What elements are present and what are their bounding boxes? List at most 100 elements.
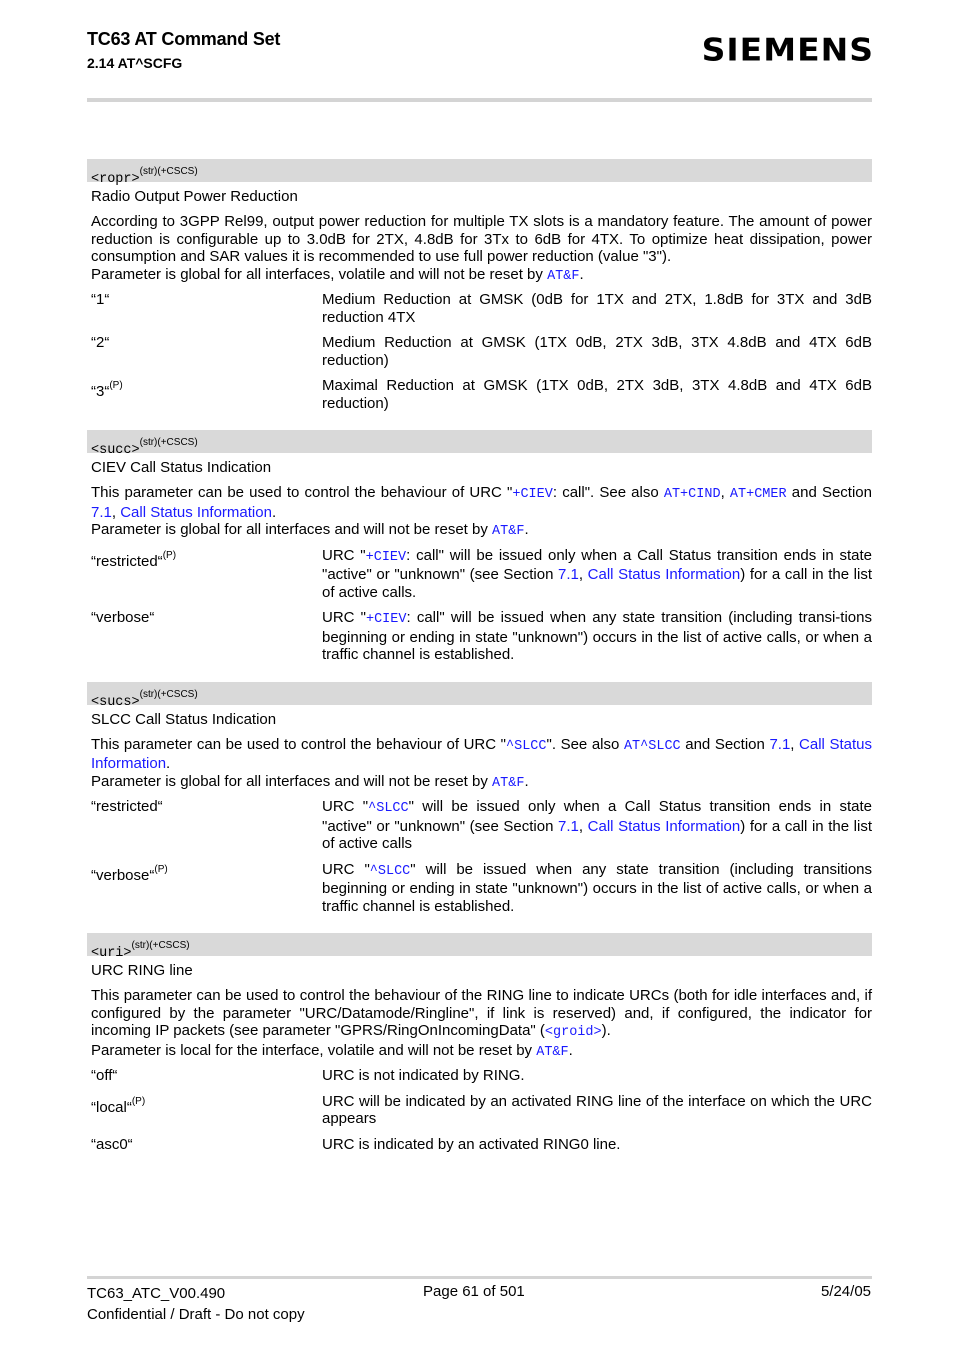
value-key: “restricted“ (87, 798, 322, 853)
text-run: , (578, 566, 588, 583)
text-run: ". See also (546, 735, 624, 753)
value-row: “2“ Medium Reduction at GMSK (1TX 0dB, 2T… (87, 334, 872, 369)
cross-reference-link[interactable]: <groid> (545, 1025, 602, 1040)
parameter-section: <succ>(str)(+CSCS) CIEV Call Status Indic… (87, 430, 872, 664)
text-run: Parameter is global for all interfaces a… (91, 772, 493, 790)
parameter-name: <uri> (91, 946, 132, 961)
value-key-text: “local“ (91, 1098, 132, 1116)
value-key: “verbose“(P) (87, 861, 322, 916)
value-key-text: “verbose“ (91, 866, 155, 884)
footer-page-number: Page 61 of 501 (423, 1283, 525, 1300)
value-description: Maximal Reduction at GMSK (1TX 0dB, 2TX … (322, 377, 872, 412)
value-key-text: “3“ (91, 383, 110, 400)
value-row: “verbose“(P) URC "^SLCC" will be issued w… (87, 861, 872, 916)
powerup-default-marker: (P) (154, 863, 168, 875)
text-run: . (568, 1041, 573, 1059)
text-run: Parameter is local for the interface, vo… (91, 1041, 537, 1059)
value-row: “verbose“ URC "+CIEV: call" will be issue… (87, 609, 872, 664)
cross-reference-link[interactable]: AT&F (536, 1045, 568, 1060)
text-run: , (790, 735, 800, 753)
value-description: URC "^SLCC" will be issued only when a C… (322, 798, 872, 853)
cross-reference-link[interactable]: 7.1 (91, 504, 112, 521)
parameter-title: SLCC Call Status Indication (91, 710, 277, 728)
parameter-name: <sucs> (91, 694, 140, 710)
parameter-list: <ropr>(str)(+CSCS) Radio Output Power Red… (87, 159, 872, 1171)
header-divider (87, 98, 872, 102)
text-run: Parameter is global for all interfaces a… (91, 521, 493, 538)
value-key: “2“ (87, 334, 322, 369)
value-description: URC is not indicated by RING. (322, 1067, 872, 1085)
parameter-title: Radio Output Power Reduction (91, 188, 298, 205)
cross-reference-link[interactable]: ^SLCC (368, 801, 409, 816)
footer-divider (87, 1276, 872, 1279)
parameter-header: <succ>(str)(+CSCS) (87, 430, 872, 458)
value-description: URC will be indicated by an activated RI… (322, 1093, 872, 1128)
parameter-name: <succ> (91, 443, 140, 458)
value-row: “restricted“ URC "^SLCC" will be issued o… (87, 798, 872, 853)
text-run: Parameter is global for all interfaces, … (91, 265, 548, 283)
parameter-attributes: (str)(+CSCS) (139, 166, 198, 177)
text-run: . (524, 521, 529, 538)
text-run: and Section (680, 735, 770, 753)
siemens-logo: SIEMENS (701, 30, 874, 69)
parameter-section: <uri>(str)(+CSCS) URC RING line This param… (87, 933, 872, 1153)
cross-reference-link[interactable]: AT^SLCC (624, 739, 681, 754)
cross-reference-link[interactable]: AT+CIND (664, 487, 721, 502)
cross-reference-link[interactable]: +CIEV (512, 487, 553, 502)
powerup-default-marker: (P) (131, 1095, 146, 1107)
text-run: Medium Reduction at GMSK (0dB for 1TX an… (322, 291, 872, 326)
parameter-description: This parameter can be used to control th… (87, 736, 872, 793)
value-key: “restricted“(P) (87, 547, 322, 602)
cross-reference-link[interactable]: Call Status Information (120, 504, 272, 521)
cross-reference-link[interactable]: AT+CMER (730, 487, 787, 502)
text-run: . (271, 503, 277, 521)
text-run: ). (601, 1022, 611, 1039)
text-run: . (166, 755, 171, 772)
value-row: “3“(P) Maximal Reduction at GMSK (1TX 0dB… (87, 377, 872, 412)
text-run: , (720, 484, 730, 501)
value-description: Medium Reduction at GMSK (0dB for 1TX an… (322, 291, 872, 326)
value-description: URC "^SLCC" will be issued when any stat… (322, 861, 872, 916)
cross-reference-link[interactable]: +CIEV (366, 550, 407, 565)
value-key-text: “off“ (91, 1067, 118, 1084)
parameter-attributes: (str)(+CSCS) (139, 688, 198, 700)
cross-reference-link[interactable]: 7.1 (769, 736, 790, 753)
text-run: URC " (322, 546, 366, 564)
text-run: URC " (322, 798, 369, 815)
parameter-title: CIEV Call Status Indication (91, 459, 272, 476)
value-key-text: “asc0“ (91, 1135, 133, 1153)
cross-reference-link[interactable]: AT&F (492, 524, 524, 539)
footer-doc-id: TC63_ATC_V00.490 (87, 1285, 226, 1302)
value-row: “1“ Medium Reduction at GMSK (0dB for 1TX… (87, 291, 872, 326)
cross-reference-link[interactable]: Call Status Information (588, 566, 741, 583)
cross-reference-link[interactable]: 7.1 (558, 818, 579, 835)
cross-reference-link[interactable]: ^SLCC (506, 739, 547, 754)
text-run: URC " (322, 860, 370, 878)
text-run: This parameter can be used to control th… (91, 735, 506, 753)
value-key: “3“(P) (87, 377, 322, 412)
value-key: “asc0“ (87, 1136, 322, 1154)
text-run: According to 3GPP Rel99, output power re… (91, 213, 872, 265)
cross-reference-link[interactable]: Call Status Information (588, 818, 741, 835)
text-run: This parameter can be used to control th… (91, 987, 872, 1039)
text-run: , (111, 503, 121, 521)
value-key-text: “1“ (91, 291, 110, 308)
value-description: URC "+CIEV: call" will be issued only wh… (322, 547, 872, 602)
text-run: URC is indicated by an activated RING0 l… (322, 1135, 621, 1153)
cross-reference-link[interactable]: +CIEV (366, 612, 407, 627)
text-run: URC " (322, 609, 366, 626)
parameter-title: URC RING line (91, 962, 193, 979)
section-heading: 2.14 AT^SCFG (87, 55, 183, 71)
parameter-section: <sucs>(str)(+CSCS) SLCC Call Status Indic… (87, 681, 872, 916)
value-key-text: “2“ (91, 334, 110, 351)
cross-reference-link[interactable]: ^SLCC (370, 864, 411, 879)
cross-reference-link[interactable]: 7.1 (558, 566, 579, 583)
powerup-default-marker: (P) (109, 380, 123, 391)
parameter-description: This parameter can be used to control th… (87, 484, 872, 541)
text-run: URC will be indicated by an activated RI… (322, 1092, 872, 1128)
text-run: URC is not indicated by RING. (322, 1067, 525, 1084)
cross-reference-link[interactable]: AT&F (492, 776, 524, 791)
value-key: “local“(P) (87, 1093, 322, 1128)
footer-confidential: Confidential / Draft - Do not copy (87, 1306, 305, 1323)
cross-reference-link[interactable]: AT&F (547, 269, 579, 284)
